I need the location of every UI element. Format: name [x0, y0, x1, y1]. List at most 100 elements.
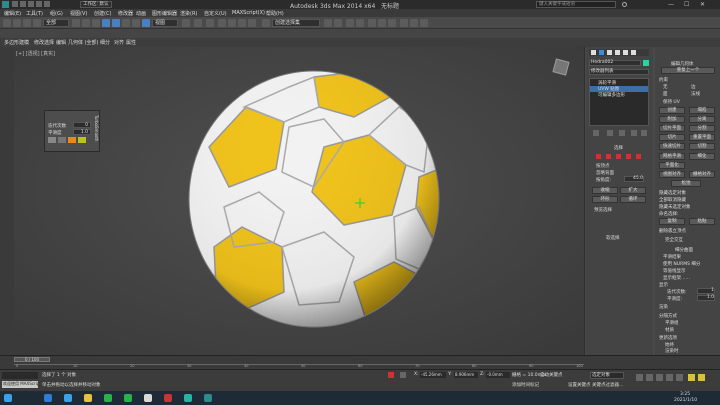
slice-plane-button[interactable]: 切片平面 — [659, 125, 685, 132]
constraint-face[interactable]: 面 — [663, 91, 668, 97]
select-icon[interactable] — [72, 19, 80, 27]
workspace-select[interactable]: 工作区: 默认 — [80, 1, 112, 8]
wechat-icon[interactable] — [104, 394, 112, 402]
quickslice-button[interactable]: 快速切片 — [659, 143, 685, 150]
menu-edit[interactable]: 编辑(E) — [4, 10, 21, 17]
select-by-name-icon[interactable] — [82, 19, 90, 27]
repeat-last-button[interactable]: 重复上一个 — [661, 67, 715, 74]
ribbon-toggle-icon[interactable] — [356, 19, 364, 27]
key-filters[interactable]: 关键点过滤器... — [592, 382, 623, 388]
search-input[interactable]: 键入关键字或短语 — [536, 1, 616, 8]
modify-tab-icon[interactable] — [599, 50, 604, 55]
tessellate-button[interactable]: 细化 — [689, 153, 715, 160]
view-align-button[interactable]: 视图对齐 — [659, 171, 685, 178]
make-unique-icon[interactable] — [619, 130, 625, 136]
full-interactivity-check[interactable]: 完全交互 — [665, 237, 683, 243]
menu-rendering[interactable]: 渲染(R) — [180, 10, 197, 17]
object-name-field[interactable]: Hedra002 — [589, 60, 641, 66]
mirror-icon[interactable] — [324, 19, 332, 27]
meshsmooth-button[interactable]: 网格平滑 — [659, 153, 685, 160]
unlink-icon[interactable] — [33, 19, 41, 27]
search-icon[interactable] — [622, 2, 627, 7]
menu-views[interactable]: 视图(V) — [70, 10, 87, 17]
new-icon[interactable] — [12, 1, 18, 7]
lock-selection-icon[interactable] — [388, 372, 394, 378]
link-icon[interactable] — [23, 19, 31, 27]
materials-check[interactable]: 材质 — [665, 327, 674, 333]
setkey-label[interactable]: 设置关键点 — [568, 382, 591, 388]
reset-plane-button[interactable]: 重置平面 — [689, 134, 715, 141]
x-coord-field[interactable]: -45.26mm — [420, 372, 446, 378]
ribbon-tab-subdivision[interactable]: 细分 — [100, 39, 110, 46]
hierarchy-tab-icon[interactable] — [607, 50, 612, 55]
app-teal-icon[interactable] — [184, 394, 192, 402]
redo-icon[interactable] — [44, 1, 50, 7]
start-icon[interactable] — [4, 394, 12, 402]
check-ignore-backfacing[interactable]: 忽略背面 — [596, 170, 614, 176]
transform-mode-icon[interactable] — [400, 372, 406, 378]
menu-customize[interactable]: 自定义(U) — [204, 10, 227, 17]
paste-button[interactable]: 粘贴 — [689, 218, 715, 225]
add-time-tag[interactable]: 添加时间标记 — [512, 382, 539, 388]
keyboard-shortcut-icon[interactable] — [206, 19, 214, 27]
iterations-field[interactable]: 1 — [697, 288, 715, 294]
use-nurms-check[interactable]: 使用 NURMS 细分 — [663, 261, 700, 267]
maxscript-welcome[interactable]: 欢迎使用 MAXScript。 — [2, 381, 38, 388]
autokey-label[interactable]: 自动关键点 — [540, 372, 563, 378]
remove-modifier-icon[interactable] — [631, 130, 637, 136]
material-editor-icon[interactable] — [388, 19, 396, 27]
ribbon-tab-modifysel[interactable]: 修改选择 — [34, 39, 54, 46]
menu-modifiers[interactable]: 修改器 — [118, 10, 133, 17]
app-green-icon[interactable] — [124, 394, 132, 402]
utilities-tab-icon[interactable] — [631, 50, 636, 55]
copy-button[interactable]: 复制 — [659, 218, 685, 225]
polygon-icon[interactable] — [626, 154, 631, 159]
maximize-icon[interactable]: ☐ — [684, 1, 689, 8]
split-button[interactable]: 分割 — [689, 125, 715, 132]
render-teapot-icon[interactable] — [420, 19, 428, 27]
update-render-radio[interactable]: 渲染时 — [665, 348, 679, 354]
coordinate-select[interactable]: 视图 — [152, 19, 178, 27]
play-icon[interactable] — [656, 374, 663, 381]
rect-select-icon[interactable] — [92, 19, 100, 27]
layer-icon[interactable] — [346, 19, 354, 27]
cut-button[interactable]: 切割 — [689, 143, 715, 150]
select-manipulate-icon[interactable] — [194, 19, 202, 27]
align-icon[interactable] — [334, 19, 342, 27]
soft-selection-rollout[interactable]: 软选择 — [606, 235, 620, 241]
app-icon[interactable] — [2, 1, 9, 8]
modifier-list-select[interactable]: 修改器列表 — [589, 69, 649, 75]
smooth-result-check[interactable]: 平滑结果 — [663, 254, 681, 260]
explorer-icon[interactable] — [84, 394, 92, 402]
next-frame-icon[interactable] — [666, 374, 673, 381]
3dsmax-taskbar-icon[interactable] — [204, 394, 212, 402]
menu-help[interactable]: 帮助(H) — [266, 10, 284, 17]
named-selection-set[interactable]: 创建选择集 — [272, 19, 320, 27]
spinner-snap-icon[interactable] — [248, 19, 256, 27]
ring-button[interactable]: 环形 — [592, 196, 618, 203]
pivot-icon[interactable] — [182, 19, 190, 27]
minimize-icon[interactable]: — — [668, 1, 674, 8]
attach-button[interactable]: 附加 — [659, 116, 685, 123]
grow-button[interactable]: 扩大 — [620, 187, 646, 194]
curve-editor-icon[interactable] — [368, 19, 376, 27]
percent-snap-icon[interactable] — [238, 19, 246, 27]
subdivision-title[interactable]: 细分曲面 — [675, 247, 693, 253]
maxscript-listener[interactable] — [2, 372, 38, 379]
ribbon-tab-align[interactable]: 对齐 — [114, 39, 124, 46]
zoom-icon[interactable] — [688, 374, 695, 381]
isoline-check[interactable]: 等值线显示 — [663, 268, 686, 274]
loop-button[interactable]: 循环 — [620, 196, 646, 203]
menu-create[interactable]: 创建(C) — [94, 10, 111, 17]
rotate-icon[interactable] — [122, 19, 130, 27]
prev-frame-icon[interactable] — [646, 374, 653, 381]
show-end-icon[interactable] — [607, 130, 613, 136]
fp-green-icon[interactable] — [78, 137, 86, 143]
fp-iter-field[interactable]: 0 — [73, 122, 91, 128]
unhide-all[interactable]: 全部取消隐藏 — [659, 197, 686, 203]
menu-maxscript[interactable]: MAXScript(X) — [232, 10, 265, 16]
fp-smooth-field[interactable]: 1.0 — [73, 129, 91, 135]
ribbon-tab-properties[interactable]: 属性 — [126, 39, 136, 46]
snap-icon[interactable] — [218, 19, 226, 27]
check-by-angle[interactable]: 按角度: — [596, 177, 611, 183]
